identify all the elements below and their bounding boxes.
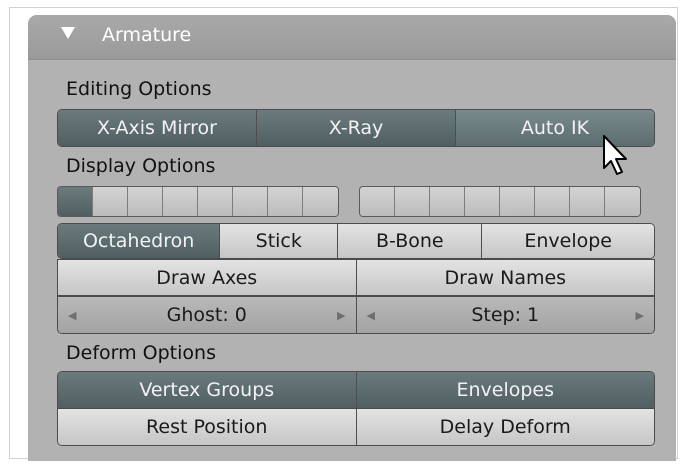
layer-3-toggle[interactable] (128, 187, 163, 216)
triangle-down-icon[interactable] (61, 27, 75, 39)
draw-names-button[interactable]: Draw Names (356, 260, 654, 295)
arrow-left-icon[interactable]: ◀ (68, 309, 76, 322)
stick-button[interactable]: Stick (220, 224, 339, 258)
layer-4-toggle[interactable] (163, 187, 198, 216)
layer-15-toggle[interactable] (570, 187, 605, 216)
ghost-value: Ghost: 0 (166, 304, 247, 326)
step-field[interactable]: ◀ Step: 1 ▶ (356, 297, 654, 333)
layer-12-toggle[interactable] (465, 187, 500, 216)
draw-type-row: Octahedron Stick B-Bone Envelope (57, 223, 655, 259)
mouse-pointer-icon (603, 135, 627, 175)
panel-header[interactable]: Armature (28, 15, 676, 60)
editing-options-label: Editing Options (66, 78, 212, 100)
armature-panel: Armature Editing Options X-Axis Mirror X… (28, 15, 676, 461)
ghost-step-row: ◀ Ghost: 0 ▶ ◀ Step: 1 ▶ (57, 296, 655, 334)
layer-6-toggle[interactable] (233, 187, 268, 216)
layer-16-toggle[interactable] (605, 187, 640, 216)
layer-14-toggle[interactable] (535, 187, 570, 216)
deform-options-label: Deform Options (66, 342, 216, 364)
envelopes-button[interactable]: Envelopes (356, 372, 654, 408)
x-ray-button[interactable]: X-Ray (257, 110, 456, 146)
arrow-right-icon[interactable]: ▶ (337, 309, 345, 322)
bone-layers-group-2 (359, 186, 641, 217)
x-axis-mirror-button[interactable]: X-Axis Mirror (58, 110, 257, 146)
arrow-left-icon[interactable]: ◀ (367, 309, 375, 322)
deform-row-1: Vertex Groups Envelopes (57, 371, 655, 409)
b-bone-button[interactable]: B-Bone (338, 224, 483, 258)
layer-7-toggle[interactable] (268, 187, 303, 216)
layer-11-toggle[interactable] (430, 187, 465, 216)
delay-deform-button[interactable]: Delay Deform (356, 409, 654, 445)
envelope-button[interactable]: Envelope (482, 224, 654, 258)
editing-options-row: X-Axis Mirror X-Ray Auto IK (57, 109, 655, 147)
bone-layers-group-1 (57, 186, 339, 217)
panel-title: Armature (102, 24, 192, 46)
arrow-right-icon[interactable]: ▶ (636, 309, 644, 322)
layer-2-toggle[interactable] (93, 187, 128, 216)
layer-8-toggle[interactable] (303, 187, 338, 216)
draw-toggles-row: Draw Axes Draw Names (57, 259, 655, 296)
ghost-field[interactable]: ◀ Ghost: 0 ▶ (58, 297, 357, 333)
vertex-groups-button[interactable]: Vertex Groups (58, 372, 357, 408)
layer-13-toggle[interactable] (500, 187, 535, 216)
layer-5-toggle[interactable] (198, 187, 233, 216)
step-value: Step: 1 (471, 304, 540, 326)
octahedron-button[interactable]: Octahedron (58, 224, 221, 258)
layer-10-toggle[interactable] (395, 187, 430, 216)
layer-1-toggle[interactable] (58, 187, 93, 216)
layer-9-toggle[interactable] (360, 187, 395, 216)
deform-row-2: Rest Position Delay Deform (57, 408, 655, 446)
draw-axes-button[interactable]: Draw Axes (58, 260, 357, 295)
display-options-label: Display Options (66, 155, 216, 177)
rest-position-button[interactable]: Rest Position (58, 409, 357, 445)
